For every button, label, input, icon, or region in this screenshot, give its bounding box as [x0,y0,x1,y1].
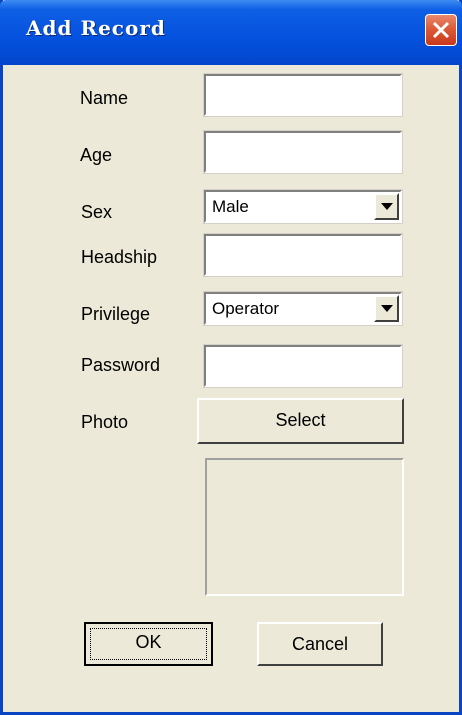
name-input[interactable] [206,76,400,114]
cancel-button[interactable]: Cancel [257,622,383,666]
window-title: Add Record [26,16,166,40]
photo-label: Photo [81,412,129,432]
close-icon [432,21,450,39]
privilege-select[interactable]: Operator [203,291,403,326]
name-label: Name [80,88,129,108]
sex-select[interactable]: Male [203,189,403,224]
privilege-dropdown-button[interactable] [374,295,399,322]
password-input[interactable] [206,347,400,385]
privilege-selected-value: Operator [212,299,280,318]
sex-dropdown-button[interactable] [374,193,399,220]
privilege-label: Privilege [81,304,151,324]
age-label: Age [80,145,113,165]
photo-preview [205,458,404,596]
headship-label: Headship [81,247,158,267]
close-button[interactable] [425,14,457,46]
name-field[interactable] [203,73,403,117]
ok-button[interactable]: OK [84,622,213,666]
age-field[interactable] [203,130,403,174]
sex-label: Sex [81,202,113,222]
select-photo-button[interactable]: Select [197,398,404,444]
headship-field[interactable] [203,233,403,277]
add-record-dialog: Add Record Name Age Sex Male Headship Pr… [0,0,462,715]
headship-input[interactable] [206,236,400,274]
chevron-down-icon [381,305,393,312]
age-input[interactable] [206,133,400,171]
password-label: Password [81,355,161,375]
ok-label: OK [135,632,162,652]
title-bar[interactable]: Add Record [0,0,462,65]
chevron-down-icon [381,203,393,210]
password-field[interactable] [203,344,403,388]
sex-selected-value: Male [212,197,249,216]
